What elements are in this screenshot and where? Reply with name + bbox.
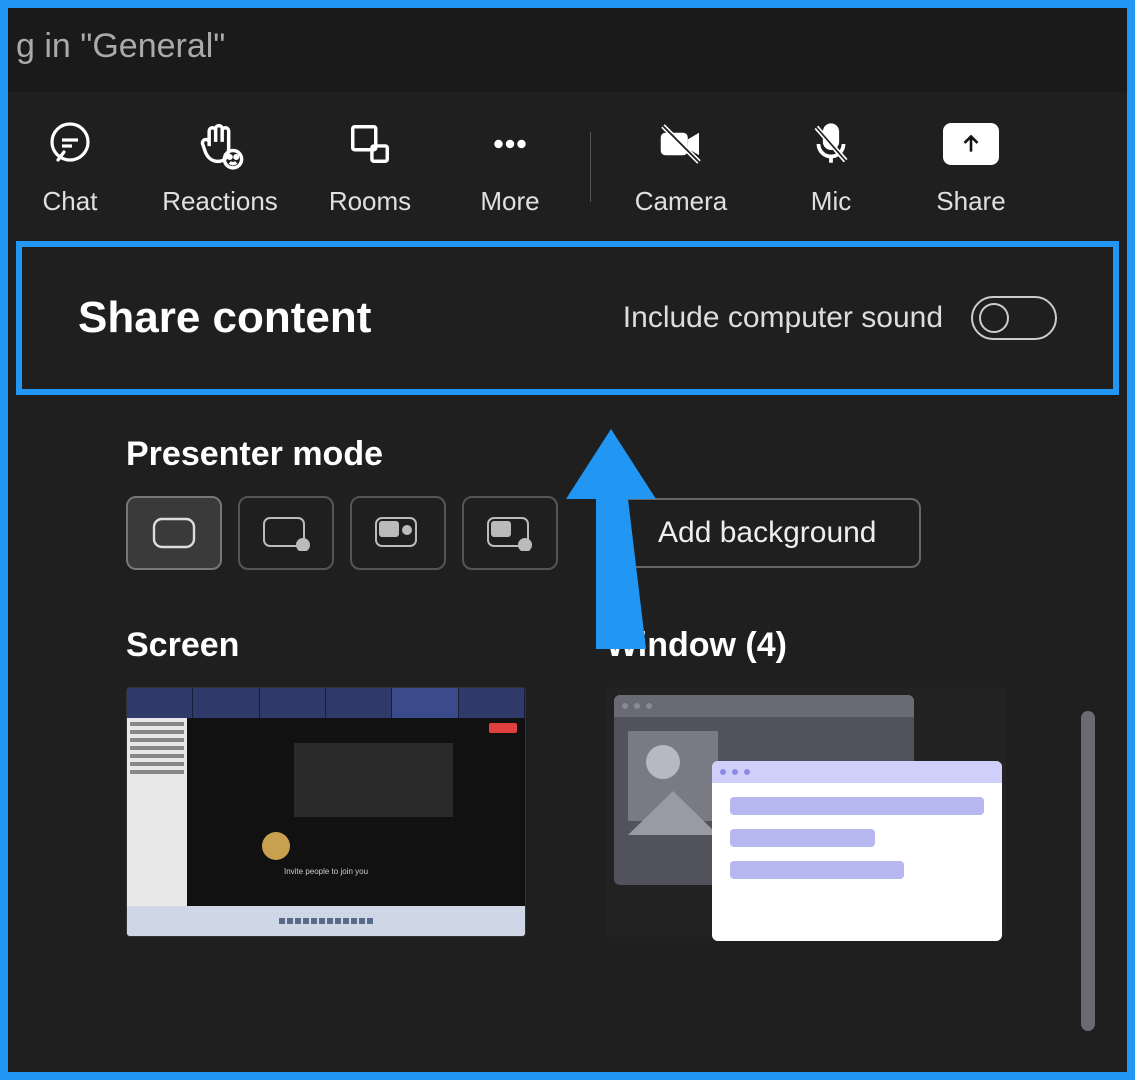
meeting-toolbar: Chat Reactions Rooms More bbox=[0, 92, 1135, 233]
rooms-icon bbox=[342, 116, 398, 172]
more-button[interactable]: More bbox=[440, 116, 580, 217]
add-background-button[interactable]: Add background bbox=[614, 498, 921, 568]
screen-section-title: Screen bbox=[126, 626, 546, 665]
rooms-button[interactable]: Rooms bbox=[300, 116, 440, 217]
screen-share-thumbnail[interactable]: Invite people to join you bbox=[126, 687, 526, 937]
mic-off-icon bbox=[803, 116, 859, 172]
camera-off-icon bbox=[653, 116, 709, 172]
share-header-highlight: Share content Include computer sound bbox=[16, 241, 1119, 395]
window-section-title: Window (4) bbox=[606, 626, 1026, 665]
presenter-mode-reporter[interactable] bbox=[462, 496, 558, 570]
chat-icon bbox=[42, 116, 98, 172]
share-icon bbox=[943, 116, 999, 172]
rooms-label: Rooms bbox=[329, 186, 411, 217]
presenter-mode-row: Add background bbox=[126, 496, 1019, 570]
more-icon bbox=[482, 116, 538, 172]
screen-thumb-caption: Invite people to join you bbox=[127, 867, 525, 876]
reactions-button[interactable]: Reactions bbox=[140, 116, 300, 217]
raise-hand-icon bbox=[192, 116, 248, 172]
presenter-mode-standout[interactable] bbox=[238, 496, 334, 570]
include-sound-row: Include computer sound bbox=[623, 296, 1057, 340]
share-content-panel: Share content Include computer sound Pre… bbox=[16, 241, 1119, 937]
include-sound-toggle[interactable] bbox=[971, 296, 1057, 340]
toolbar-divider bbox=[590, 132, 591, 202]
include-sound-label: Include computer sound bbox=[623, 301, 943, 335]
presenter-mode-content-only[interactable] bbox=[126, 496, 222, 570]
presenter-mode-title: Presenter mode bbox=[126, 435, 1019, 474]
panel-scrollbar[interactable] bbox=[1081, 711, 1095, 1031]
share-label: Share bbox=[936, 186, 1005, 217]
mic-button[interactable]: Mic bbox=[761, 116, 901, 217]
reactions-label: Reactions bbox=[162, 186, 278, 217]
share-content-title: Share content bbox=[78, 293, 371, 343]
add-background-label: Add background bbox=[658, 516, 877, 549]
presenter-mode-side-by-side[interactable] bbox=[350, 496, 446, 570]
mic-label: Mic bbox=[811, 186, 851, 217]
camera-label: Camera bbox=[635, 186, 727, 217]
chat-button[interactable]: Chat bbox=[0, 116, 140, 217]
chat-label: Chat bbox=[43, 186, 98, 217]
window-title: g in "General" bbox=[0, 0, 1135, 92]
background-avatar-edge bbox=[8, 860, 48, 1060]
more-label: More bbox=[480, 186, 539, 217]
window-title-text: g in "General" bbox=[16, 27, 225, 66]
share-button[interactable]: Share bbox=[901, 116, 1041, 217]
camera-button[interactable]: Camera bbox=[601, 116, 761, 217]
window-share-thumbnail[interactable] bbox=[606, 687, 1006, 937]
